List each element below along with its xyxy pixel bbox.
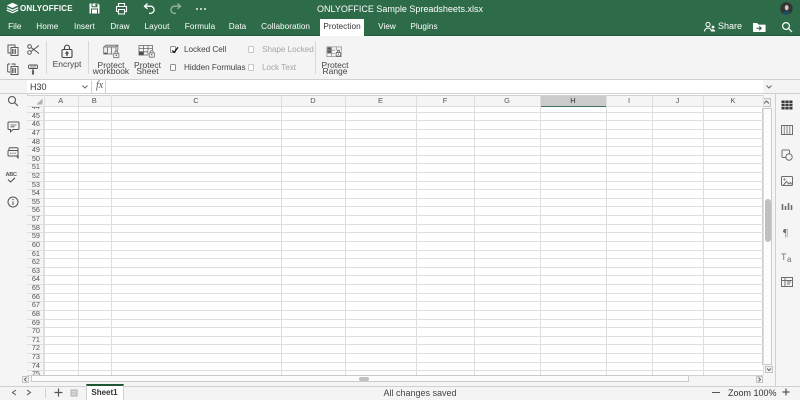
svg-text:a: a <box>787 255 792 263</box>
svg-text:¶: ¶ <box>783 227 788 238</box>
